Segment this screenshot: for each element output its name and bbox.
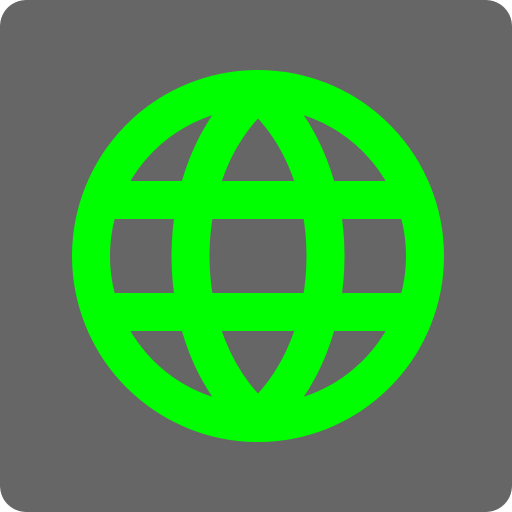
app-icon[interactable]: [0, 0, 512, 512]
globe-icon: [0, 0, 512, 512]
